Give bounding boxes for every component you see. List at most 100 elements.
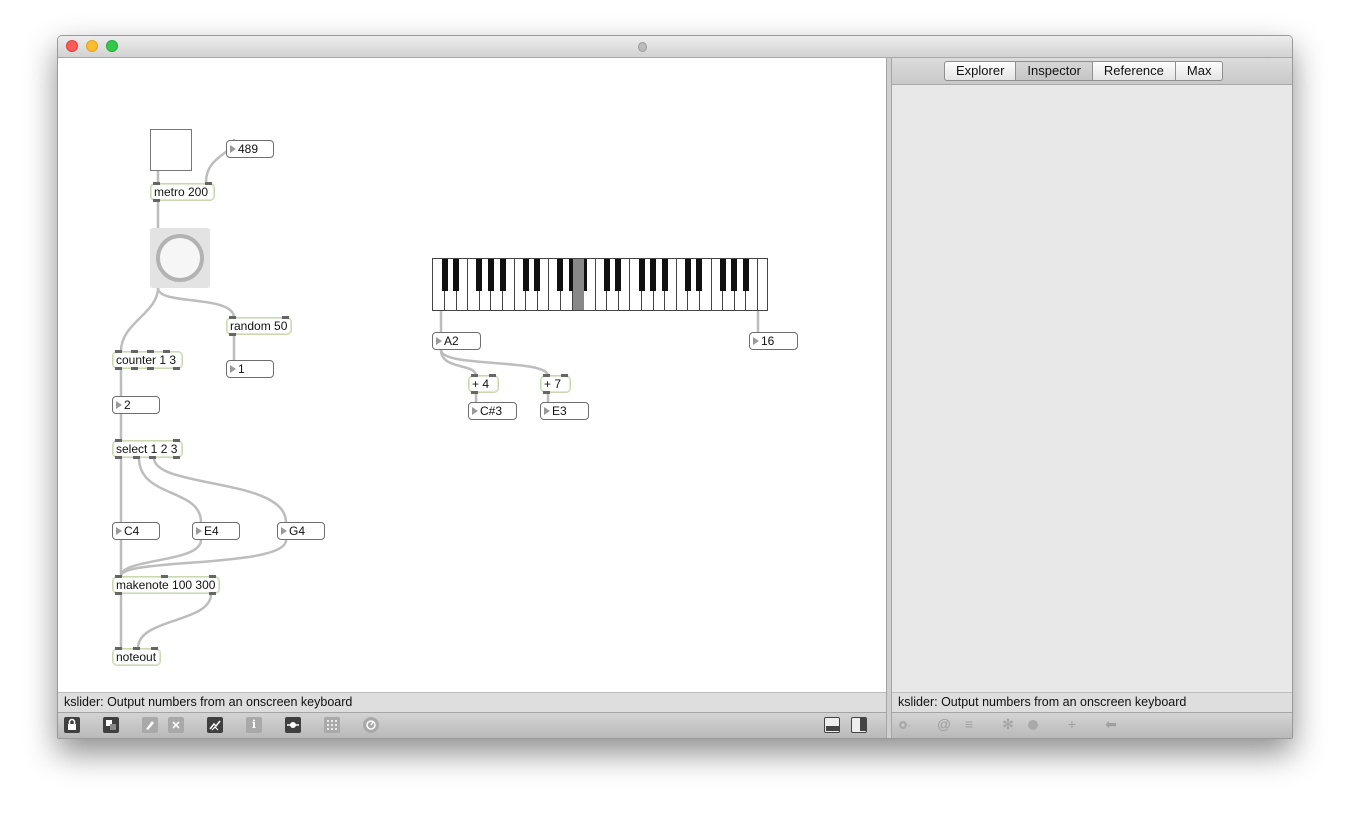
object-label: makenote 100 300 xyxy=(116,578,216,592)
clear-icon[interactable] xyxy=(168,717,184,733)
kslider-white-key-divider xyxy=(513,259,515,310)
gear-icon[interactable] xyxy=(896,717,912,733)
number-box-value: A2 xyxy=(444,334,459,348)
message-c4[interactable]: C4 xyxy=(112,522,160,540)
object-label: select 1 2 3 xyxy=(116,442,178,456)
object-label: counter 1 3 xyxy=(116,353,177,367)
document-proxy-icon[interactable] xyxy=(638,42,647,52)
zoom-window-button[interactable] xyxy=(106,40,118,52)
patcher-window: 489 metro 200 random 50 1 counter 1 3 2 … xyxy=(57,35,1293,739)
select-object[interactable]: select 1 2 3 xyxy=(112,439,183,459)
at-icon[interactable]: @ xyxy=(936,717,952,733)
snowflake-icon[interactable]: ✻ xyxy=(1000,717,1016,733)
tab-explorer[interactable]: Explorer xyxy=(944,61,1017,81)
sidebar-tab-bar: Explorer Inspector Reference Max xyxy=(892,58,1292,85)
kslider-black-key[interactable] xyxy=(731,259,738,291)
kslider-black-key[interactable] xyxy=(696,259,703,291)
number-box-value: 1 xyxy=(238,362,245,376)
tab-label: Explorer xyxy=(956,63,1005,78)
tab-inspector[interactable]: Inspector xyxy=(1016,61,1093,81)
counter-object[interactable]: counter 1 3 xyxy=(112,350,183,370)
object-label: random 50 xyxy=(230,319,288,333)
plus-7-object[interactable]: + 7 xyxy=(540,374,571,394)
debug-icon[interactable] xyxy=(207,717,223,733)
kslider-pressed-key xyxy=(573,259,585,310)
number-box-value: 16 xyxy=(761,334,775,348)
kslider-white-key-divider xyxy=(548,259,550,310)
kslider-white-key-divider xyxy=(629,259,631,310)
kslider-black-key[interactable] xyxy=(684,259,691,291)
kslider-black-key[interactable] xyxy=(453,259,460,291)
bang-button[interactable] xyxy=(150,228,210,288)
message-text: G4 xyxy=(289,524,306,538)
kslider-white-key-divider xyxy=(756,259,758,310)
toggle-object[interactable] xyxy=(150,129,192,171)
sidebar-panel: Explorer Inspector Reference Max xyxy=(892,58,1292,692)
status-bar-left: kslider: Output numbers from an onscreen… xyxy=(58,692,886,712)
bottom-panel-icon[interactable] xyxy=(824,717,840,733)
kslider-black-key[interactable] xyxy=(603,259,610,291)
number-box-e3[interactable]: E3 xyxy=(540,402,589,420)
message-e4[interactable]: E4 xyxy=(192,522,240,540)
metro-object[interactable]: metro 200 xyxy=(150,182,215,202)
message-text: E4 xyxy=(204,524,219,538)
status-bar-right: kslider: Output numbers from an onscreen… xyxy=(892,692,1292,712)
tab-reference[interactable]: Reference xyxy=(1092,61,1176,81)
sidebar-toolbar: @ ≡ ✻ + ⬅ xyxy=(892,712,1292,738)
number-box-value: C#3 xyxy=(480,404,503,418)
tab-label: Max xyxy=(1186,63,1212,78)
tab-label: Inspector xyxy=(1027,63,1081,78)
object-label: noteout xyxy=(116,650,157,664)
number-box-velocity[interactable]: 16 xyxy=(749,332,798,350)
lock-icon[interactable] xyxy=(64,717,80,733)
kslider-black-key[interactable] xyxy=(499,259,506,291)
kslider-white-key-divider xyxy=(675,259,677,310)
paint-icon[interactable] xyxy=(142,717,158,733)
kslider-black-key[interactable] xyxy=(719,259,726,291)
object-label: + 4 xyxy=(472,377,490,391)
number-box-random[interactable]: 1 xyxy=(226,360,274,378)
tab-max[interactable]: Max xyxy=(1175,61,1224,81)
plus-icon[interactable]: + xyxy=(1064,717,1080,733)
kslider-white-key-divider xyxy=(594,259,596,310)
kslider-black-key[interactable] xyxy=(534,259,541,291)
close-window-button[interactable] xyxy=(66,40,78,52)
patcher-canvas[interactable]: 489 metro 200 random 50 1 counter 1 3 2 … xyxy=(58,58,886,692)
info-icon[interactable]: i xyxy=(246,717,262,733)
kslider-keyboard[interactable] xyxy=(432,258,768,311)
list-icon[interactable]: ≡ xyxy=(961,717,977,733)
message-g4[interactable]: G4 xyxy=(277,522,325,540)
minimize-window-button[interactable] xyxy=(86,40,98,52)
grid-icon[interactable] xyxy=(324,717,340,733)
kslider-black-key[interactable] xyxy=(557,259,564,291)
plus-4-object[interactable]: + 4 xyxy=(468,374,499,394)
settings-icon[interactable] xyxy=(1025,717,1041,733)
title-bar[interactable] xyxy=(58,36,1292,58)
kslider-black-key[interactable] xyxy=(615,259,622,291)
kslider-white-key-divider xyxy=(710,259,712,310)
kslider-black-key[interactable] xyxy=(650,259,657,291)
object-label: metro 200 xyxy=(154,185,209,199)
noteout-object[interactable]: noteout xyxy=(112,647,161,666)
patcher-toolbar: i xyxy=(58,712,886,738)
kslider-black-key[interactable] xyxy=(742,259,749,291)
makenote-object[interactable]: makenote 100 300 xyxy=(112,575,220,595)
kslider-white-key-divider xyxy=(467,259,469,310)
number-box-interval[interactable]: 489 xyxy=(226,140,274,158)
snap-icon[interactable] xyxy=(285,717,301,733)
kslider-black-key[interactable] xyxy=(441,259,448,291)
kslider-black-key[interactable] xyxy=(522,259,529,291)
kslider-black-key[interactable] xyxy=(661,259,668,291)
number-box-csharp3[interactable]: C#3 xyxy=(468,402,517,420)
number-box-counter[interactable]: 2 xyxy=(112,396,160,414)
right-panel-icon[interactable] xyxy=(851,717,867,733)
kslider-black-key[interactable] xyxy=(487,259,494,291)
clue-icon[interactable] xyxy=(363,717,379,733)
kslider-black-key[interactable] xyxy=(476,259,483,291)
back-arrow-icon[interactable]: ⬅ xyxy=(1103,717,1119,733)
number-box-note[interactable]: A2 xyxy=(432,332,481,350)
number-box-value: 489 xyxy=(238,142,259,156)
random-object[interactable]: random 50 xyxy=(226,316,292,336)
presentation-icon[interactable] xyxy=(103,717,119,733)
kslider-black-key[interactable] xyxy=(638,259,645,291)
